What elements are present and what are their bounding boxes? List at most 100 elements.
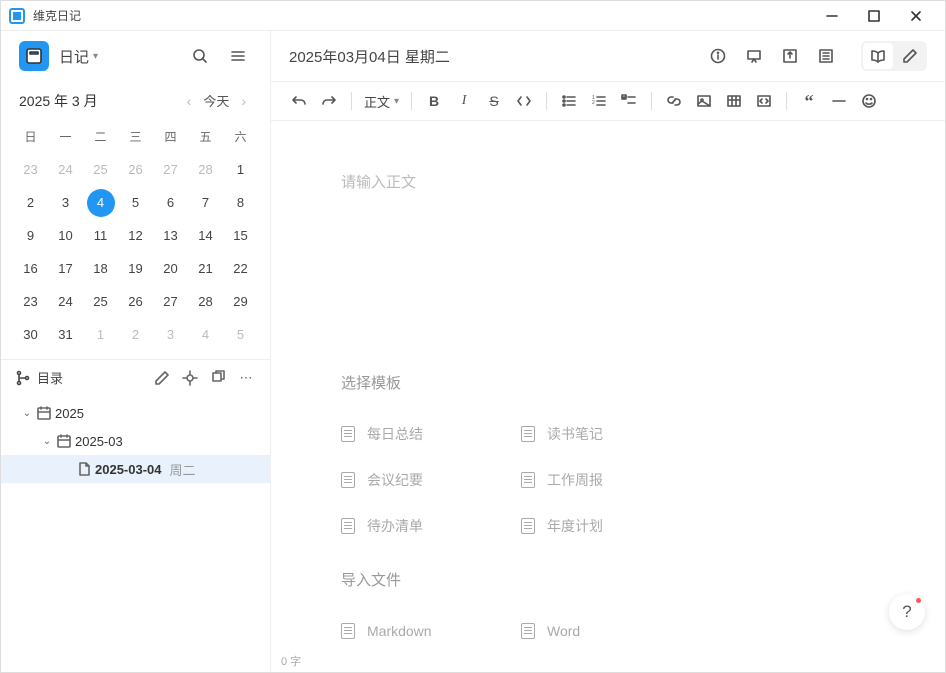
outline-button[interactable]: [811, 41, 841, 71]
calendar-day[interactable]: 7: [188, 186, 223, 219]
calendar-day[interactable]: 10: [48, 219, 83, 252]
image-button[interactable]: [690, 87, 718, 115]
calendar-day[interactable]: 18: [83, 252, 118, 285]
tree-folder[interactable]: ⌄2025-03: [1, 427, 270, 455]
calendar-day[interactable]: 14: [188, 219, 223, 252]
calendar-day[interactable]: 2: [13, 186, 48, 219]
calendar-day[interactable]: 5: [223, 318, 258, 351]
calendar-day[interactable]: 31: [48, 318, 83, 351]
calendar-today-button[interactable]: 今天: [197, 89, 235, 112]
task-list-button[interactable]: [615, 87, 643, 115]
calendar-day[interactable]: 6: [153, 186, 188, 219]
import-item[interactable]: Markdown: [341, 608, 521, 650]
calendar-day[interactable]: 2: [118, 318, 153, 351]
calendar-day[interactable]: 26: [118, 153, 153, 186]
calendar-next-button[interactable]: ›: [235, 93, 252, 109]
view-edit-button[interactable]: [895, 43, 925, 69]
calendar-day[interactable]: 17: [48, 252, 83, 285]
calendar-day[interactable]: 30: [13, 318, 48, 351]
document-icon: [341, 518, 355, 534]
strikethrough-button[interactable]: S: [480, 87, 508, 115]
titlebar: 维克日记: [1, 1, 945, 31]
bullet-list-button[interactable]: [555, 87, 583, 115]
calendar-day[interactable]: 22: [223, 252, 258, 285]
code-button[interactable]: [510, 87, 538, 115]
calendar-day[interactable]: 27: [153, 153, 188, 186]
template-item[interactable]: 工作周报: [521, 457, 701, 503]
calendar-day[interactable]: 4: [188, 318, 223, 351]
calendar-day[interactable]: 5: [118, 186, 153, 219]
quote-button[interactable]: “: [795, 87, 823, 115]
document-icon: [341, 623, 355, 639]
calendar-day[interactable]: 25: [83, 285, 118, 318]
maximize-button[interactable]: [853, 1, 895, 31]
calendar-day[interactable]: 28: [188, 153, 223, 186]
calendar-day[interactable]: 21: [188, 252, 223, 285]
calendar-day[interactable]: 23: [13, 153, 48, 186]
template-item[interactable]: 每日总结: [341, 411, 521, 457]
edit-button[interactable]: [152, 368, 172, 388]
menu-button[interactable]: [224, 42, 252, 70]
template-label: 工作周报: [547, 470, 603, 490]
calendar-day[interactable]: 1: [83, 318, 118, 351]
calendar-day[interactable]: 29: [223, 285, 258, 318]
calendar-day[interactable]: 3: [48, 186, 83, 219]
calendar: 日一二三四五六 23242526272812345678910111213141…: [1, 120, 270, 359]
calendar-day[interactable]: 19: [118, 252, 153, 285]
calendar-day[interactable]: 27: [153, 285, 188, 318]
calendar-day[interactable]: 11: [83, 219, 118, 252]
calendar-day[interactable]: 1: [223, 153, 258, 186]
calendar-day[interactable]: 12: [118, 219, 153, 252]
help-button[interactable]: ?: [889, 594, 925, 630]
template-item[interactable]: 读书笔记: [521, 411, 701, 457]
calendar-day[interactable]: 23: [13, 285, 48, 318]
calendar-day[interactable]: 24: [48, 285, 83, 318]
calendar-day[interactable]: 3: [153, 318, 188, 351]
emoji-button[interactable]: [855, 87, 883, 115]
ordered-list-button[interactable]: 12: [585, 87, 613, 115]
locate-button[interactable]: [180, 368, 200, 388]
table-button[interactable]: [720, 87, 748, 115]
calendar-day[interactable]: 20: [153, 252, 188, 285]
calendar-day[interactable]: 25: [83, 153, 118, 186]
editor-area[interactable]: 请输入正文 选择模板 每日总结读书笔记会议纪要工作周报待办清单年度计划 导入文件…: [271, 121, 945, 650]
view-read-button[interactable]: [863, 43, 893, 69]
codeblock-button[interactable]: [750, 87, 778, 115]
tree-file[interactable]: 2025-03-04周二: [1, 455, 270, 483]
share-button[interactable]: [775, 41, 805, 71]
minimize-button[interactable]: [811, 1, 853, 31]
template-item[interactable]: 年度计划: [521, 503, 701, 549]
divider-button[interactable]: [825, 87, 853, 115]
template-item[interactable]: 待办清单: [341, 503, 521, 549]
link-button[interactable]: [660, 87, 688, 115]
calendar-day[interactable]: 16: [13, 252, 48, 285]
document-icon: [521, 426, 535, 442]
calendar-day[interactable]: 9: [13, 219, 48, 252]
search-button[interactable]: [186, 42, 214, 70]
calendar-day[interactable]: 24: [48, 153, 83, 186]
copy-button[interactable]: [208, 368, 228, 388]
calendar-prev-button[interactable]: ‹: [181, 93, 198, 109]
close-button[interactable]: [895, 1, 937, 31]
import-item[interactable]: Word: [521, 608, 701, 650]
diary-dropdown[interactable]: 日记▾: [59, 46, 176, 67]
italic-button[interactable]: I: [450, 87, 478, 115]
directory-tree: ⌄2025⌄2025-032025-03-04周二: [1, 395, 270, 672]
calendar-day[interactable]: 26: [118, 285, 153, 318]
calendar-day[interactable]: 8: [223, 186, 258, 219]
calendar-day[interactable]: 13: [153, 219, 188, 252]
template-item[interactable]: 会议纪要: [341, 457, 521, 503]
status-bar: 0 字: [271, 650, 945, 672]
directory-title: 目录: [15, 368, 144, 387]
bold-button[interactable]: B: [420, 87, 448, 115]
style-dropdown[interactable]: 正文▾: [360, 87, 403, 115]
redo-button[interactable]: [315, 87, 343, 115]
calendar-day[interactable]: 15: [223, 219, 258, 252]
info-button[interactable]: [703, 41, 733, 71]
calendar-day[interactable]: 4: [83, 186, 118, 219]
more-button[interactable]: ⋯: [236, 368, 256, 388]
calendar-day[interactable]: 28: [188, 285, 223, 318]
present-button[interactable]: [739, 41, 769, 71]
tree-folder[interactable]: ⌄2025: [1, 399, 270, 427]
undo-button[interactable]: [285, 87, 313, 115]
